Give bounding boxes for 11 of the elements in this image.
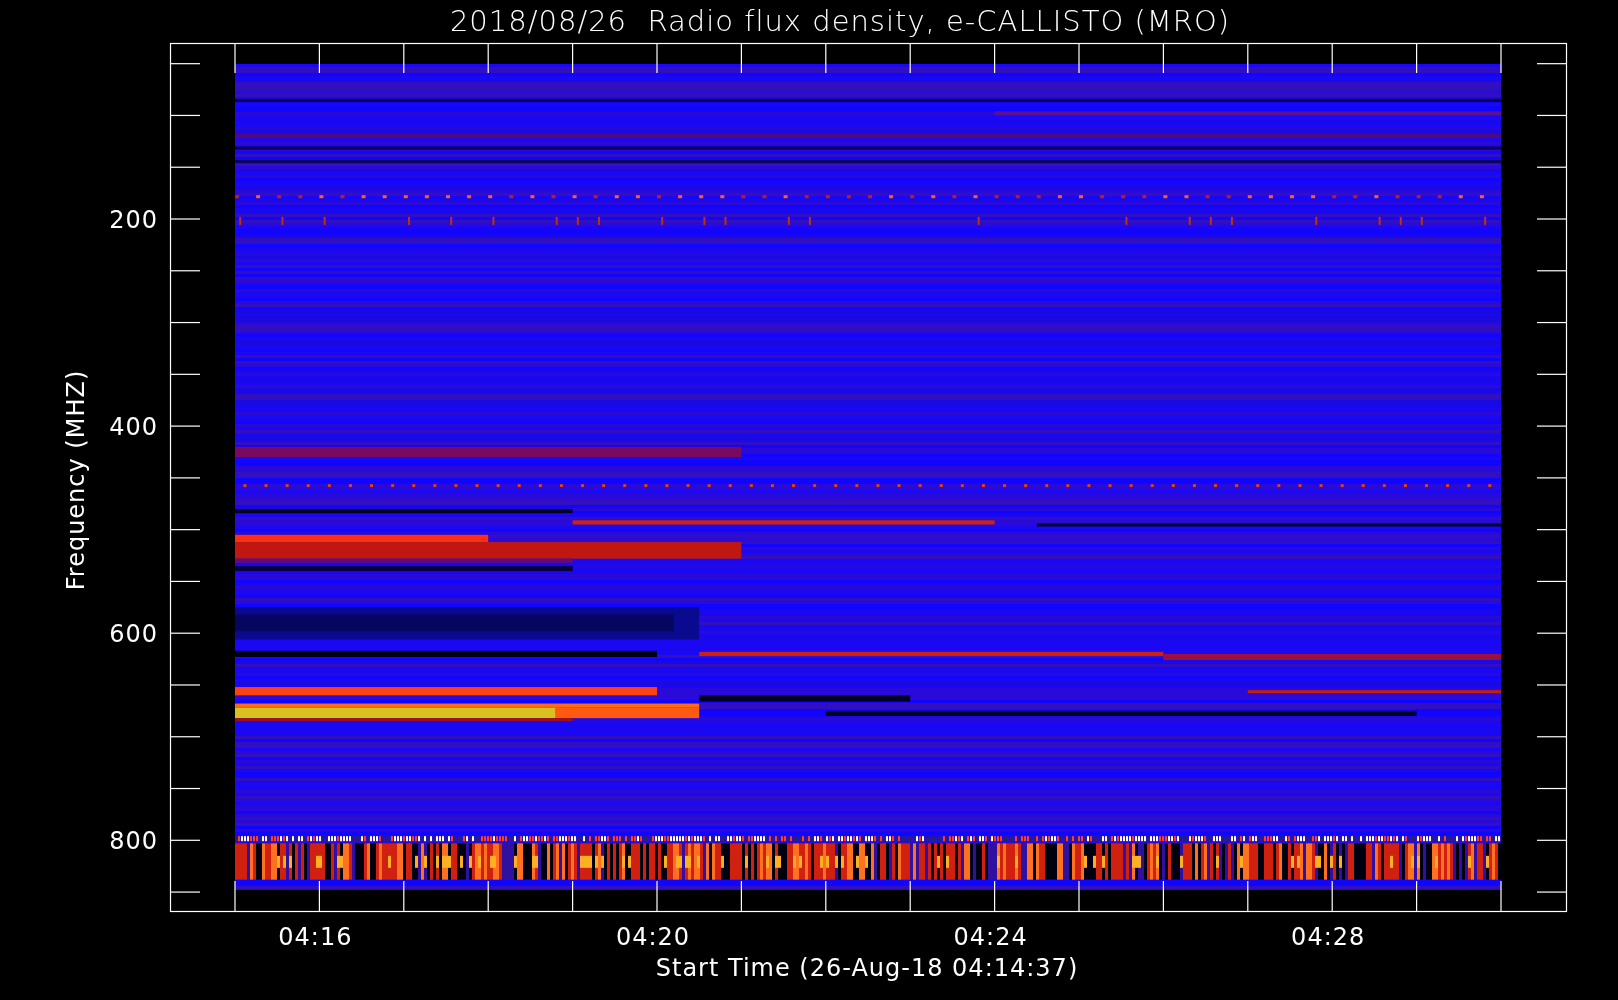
tick-label: 600 [109,620,158,649]
tick-label: 04:24 [953,923,1028,951]
tick-label: 400 [109,413,158,442]
tick-label: 04:16 [278,923,353,951]
axis-label: Frequency (MHZ) [62,369,90,591]
tick-label: 200 [109,206,158,234]
chart-title: 2018/08/26 Radio flux density, e-CALLISTO (MRO) [449,4,1231,38]
tick-label: 800 [109,827,158,856]
tick-label: 04:20 [615,923,691,951]
tick-label: 04:28 [1291,923,1366,951]
axis-label: Start Time (26-Aug-18 04:14:37) [655,954,1079,982]
